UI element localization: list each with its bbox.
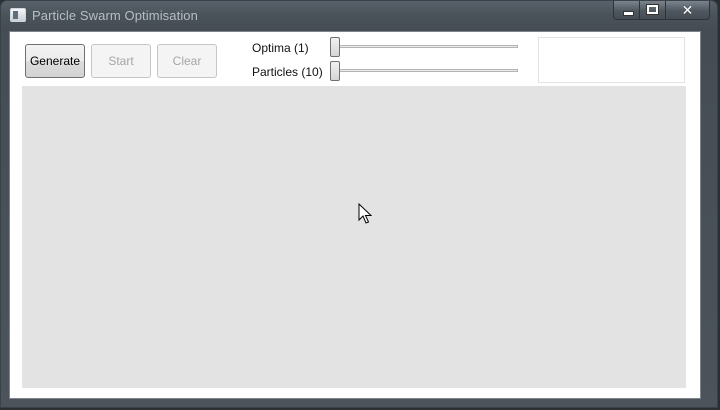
caption-buttons: ✕ bbox=[613, 1, 710, 21]
maximize-icon bbox=[646, 4, 659, 15]
start-button[interactable]: Start bbox=[91, 44, 151, 78]
swarm-canvas[interactable] bbox=[22, 86, 686, 388]
app-window: Particle Swarm Optimisation ✕ Generate S… bbox=[0, 0, 718, 408]
particles-slider-thumb[interactable] bbox=[330, 61, 340, 81]
minimize-button[interactable] bbox=[613, 1, 640, 20]
mouse-cursor-icon bbox=[358, 203, 372, 224]
particles-label: Particles (10) bbox=[252, 65, 323, 79]
window-title: Particle Swarm Optimisation bbox=[32, 8, 198, 23]
close-icon: ✕ bbox=[681, 2, 694, 18]
close-button[interactable]: ✕ bbox=[666, 1, 710, 20]
particles-slider-track[interactable] bbox=[334, 69, 518, 72]
title-bar[interactable]: Particle Swarm Optimisation ✕ bbox=[1, 1, 717, 31]
minimize-icon bbox=[623, 11, 634, 16]
generate-button[interactable]: Generate bbox=[25, 44, 85, 78]
result-output-box bbox=[538, 37, 685, 83]
optima-slider-thumb[interactable] bbox=[330, 37, 340, 57]
optima-slider[interactable] bbox=[330, 37, 518, 57]
optima-label: Optima (1) bbox=[252, 41, 309, 55]
optima-slider-track[interactable] bbox=[334, 45, 518, 48]
particles-slider[interactable] bbox=[330, 61, 518, 81]
clear-button[interactable]: Clear bbox=[157, 44, 217, 78]
client-area: Generate Start Clear Optima (1) Particle… bbox=[9, 31, 701, 399]
maximize-button[interactable] bbox=[640, 1, 666, 20]
app-icon[interactable] bbox=[10, 8, 26, 22]
